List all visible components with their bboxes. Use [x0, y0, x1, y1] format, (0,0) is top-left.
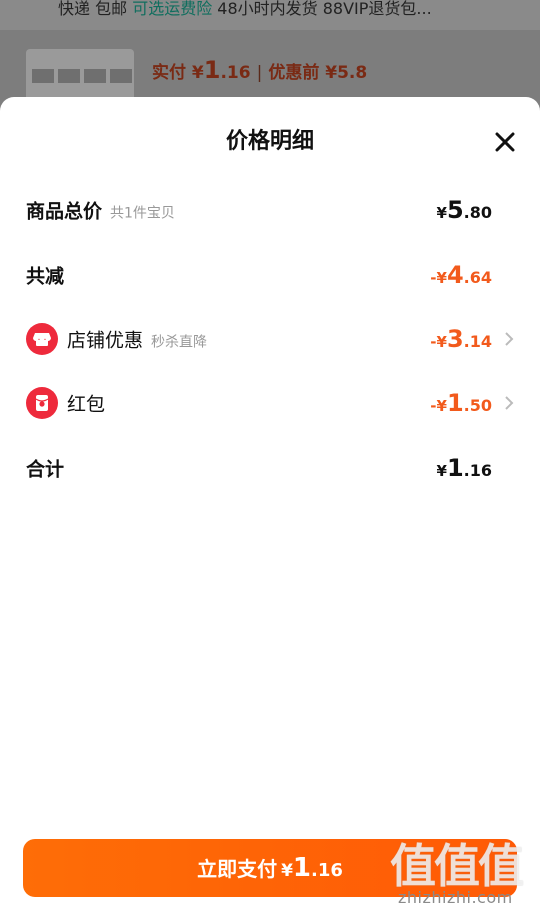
- pay-now-button[interactable]: 立即支付 ¥1.16: [23, 839, 517, 897]
- goods-total-amount: ¥5.80: [436, 196, 492, 224]
- total-reduction-label: 共减: [26, 265, 65, 288]
- shipping-insurance-link: 可选运费险: [132, 0, 213, 18]
- store-discount-sub: 秒杀直降: [151, 334, 208, 351]
- price-detail-sheet: 价格明细 商品总价 共1件宝贝 ¥5.80 共减 -¥4.64 店铺优惠 秒杀直…: [0, 97, 540, 919]
- red-packet-label: 红包: [67, 393, 106, 416]
- goods-total-label: 商品总价: [26, 200, 103, 223]
- before-discount: 优惠前 ¥5.8: [268, 63, 368, 83]
- sum-row: 合计 ¥1.16: [0, 448, 540, 488]
- product-card: 实付 ¥1.16 | 优惠前 ¥5.8: [0, 30, 540, 130]
- close-button[interactable]: [491, 128, 519, 156]
- pay-now-label: 立即支付: [197, 857, 278, 881]
- product-price: 实付 ¥1.16 | 优惠前 ¥5.8: [152, 56, 368, 84]
- sum-label: 合计: [26, 458, 65, 481]
- paid-currency: ¥: [191, 63, 204, 83]
- red-packet-amount: -¥1.50: [430, 389, 492, 417]
- chevron-right-icon: [505, 396, 514, 410]
- paid-int: 1: [203, 56, 221, 84]
- paid-label: 实付: [152, 63, 186, 83]
- sum-amount: ¥1.16: [436, 454, 492, 482]
- store-discount-amount: -¥3.14: [430, 325, 492, 353]
- goods-total-row: 商品总价 共1件宝贝 ¥5.80: [0, 190, 540, 230]
- total-reduction-amount: -¥4.64: [430, 261, 492, 289]
- red-packet-row[interactable]: 红包 -¥1.50: [0, 383, 540, 423]
- page: 快递 包邮 可选运费险 48小时内发货 88VIP退货包... 实付 ¥1.16…: [0, 0, 540, 919]
- store-icon: [26, 323, 58, 355]
- shipping-suffix: 48小时内发货 88VIP退货包...: [212, 0, 432, 18]
- shipping-info-bar: 快递 包邮 可选运费险 48小时内发货 88VIP退货包...: [0, 0, 540, 30]
- shipping-prefix: 快递 包邮: [58, 0, 133, 18]
- store-discount-label: 店铺优惠: [67, 329, 144, 352]
- sheet-title: 价格明细: [225, 129, 314, 154]
- close-icon: [495, 132, 515, 152]
- chevron-right-icon: [505, 332, 514, 346]
- store-discount-row[interactable]: 店铺优惠 秒杀直降 -¥3.14: [0, 319, 540, 359]
- total-reduction-row: 共减 -¥4.64: [0, 255, 540, 295]
- red-packet-icon: [26, 387, 58, 419]
- goods-total-count: 共1件宝贝: [110, 205, 175, 222]
- paid-dec: .16: [220, 63, 251, 83]
